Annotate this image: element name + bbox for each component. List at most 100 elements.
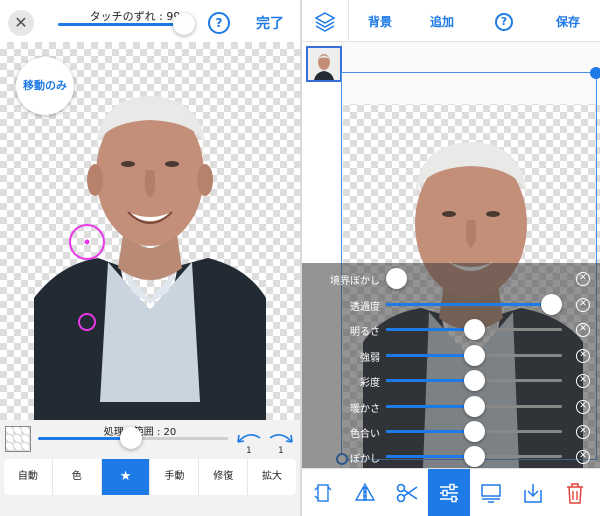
adjustment-fill (386, 379, 474, 382)
adjustment-knob[interactable] (463, 345, 485, 366)
adjustment-slider[interactable] (386, 319, 562, 340)
adjustment-knob[interactable] (463, 421, 485, 442)
rotate-right-count: 1 (278, 446, 284, 456)
adjustment-slider[interactable] (386, 345, 562, 366)
adjustment-fill (386, 430, 474, 433)
adjustment-label: 色合い (350, 429, 380, 440)
resize-handle[interactable] (590, 67, 600, 79)
display-button[interactable] (470, 469, 512, 516)
touch-offset-slider[interactable] (58, 13, 195, 35)
rotate-right-icon (269, 434, 293, 443)
adjustment-label: 透過度 (350, 302, 380, 313)
adjustment-slider[interactable] (386, 294, 562, 315)
processing-range-slider[interactable] (38, 427, 228, 449)
adjustment-row: 透過度 ✕ (302, 292, 600, 318)
download-button[interactable] (512, 469, 554, 516)
cut-button[interactable] (386, 469, 428, 516)
scissors-icon (396, 483, 418, 503)
tab-manual[interactable]: 手動 (150, 459, 200, 495)
add-button[interactable]: 追加 (430, 13, 454, 30)
tab-color[interactable]: 色 (53, 459, 102, 495)
monitor-icon (481, 484, 501, 503)
right-bottom-toolbar (302, 468, 600, 516)
adjustment-label: 彩度 (360, 378, 380, 389)
swap-button[interactable] (302, 469, 344, 516)
adjustment-slider[interactable] (386, 446, 562, 467)
mode-tabs: 自動 色 ★ 手動 修復 拡大 (4, 459, 296, 495)
adjustment-row: 暖かさ ✕ (302, 394, 600, 420)
close-icon: ✕ (14, 13, 28, 32)
adjustment-fill (386, 303, 562, 306)
rotate-left-button[interactable]: 1 (234, 428, 264, 458)
tab-zoom[interactable]: 拡大 (248, 459, 296, 495)
adjustment-row: 彩度 ✕ (302, 368, 600, 394)
sliders-icon (440, 483, 458, 503)
tab-repair[interactable]: 修復 (199, 459, 249, 495)
reset-icon[interactable]: ✕ (576, 374, 590, 388)
processing-range-fill (38, 437, 132, 440)
tab-auto[interactable]: 自動 (4, 459, 53, 495)
layers-button[interactable] (314, 10, 336, 32)
adjustment-knob[interactable] (463, 446, 485, 467)
adjustment-label: ぼかし (350, 454, 380, 465)
mirror-icon (354, 483, 376, 503)
layer-thumbnail[interactable] (306, 46, 342, 82)
right-top-bar: 背景 追加 ? 保存 (302, 0, 600, 42)
adjustment-knob[interactable] (463, 370, 485, 391)
adjustment-knob[interactable] (541, 294, 562, 315)
adjustment-row: 色合い ✕ (302, 419, 600, 445)
background-button[interactable]: 背景 (368, 13, 392, 30)
adjustment-slider[interactable] (386, 396, 562, 417)
reset-icon[interactable]: ✕ (576, 450, 590, 464)
save-button[interactable]: 保存 (556, 13, 580, 30)
adjustment-row: 強弱 ✕ (302, 343, 600, 369)
flip-swap-icon (314, 484, 332, 502)
processing-range-knob[interactable] (120, 427, 142, 449)
delete-button[interactable] (554, 469, 596, 516)
touch-offset-knob[interactable] (173, 13, 195, 35)
left-top-bar: ✕ タッチのずれ : 99 ? 完了 (0, 0, 300, 42)
adjustment-panel: 境界ぼかし ✕ 透過度 ✕ 明るさ ✕ 強弱 ✕ 彩度 ✕ 暖かさ ✕ 色合い ✕ ぼかし ✕ (302, 263, 600, 468)
rotate-left-icon (237, 434, 261, 443)
adjustment-fill (386, 328, 474, 331)
adjustment-row: 明るさ ✕ (302, 317, 600, 343)
help-button-right[interactable]: ? (495, 13, 513, 31)
adjustment-slider[interactable] (386, 421, 562, 442)
close-button[interactable]: ✕ (8, 10, 34, 36)
adjustment-fill (386, 455, 474, 458)
adjustment-label: 暖かさ (350, 404, 380, 415)
background-preview-thumbnail[interactable] (5, 426, 31, 452)
done-button[interactable]: 完了 (256, 13, 284, 33)
download-icon (524, 484, 542, 503)
touch-offset-fill (58, 23, 188, 26)
layer-thumbnail-image (308, 48, 340, 80)
adjustment-slider[interactable] (386, 370, 562, 391)
adjustment-row: 境界ぼかし ✕ (302, 266, 600, 292)
adjustment-row: ぼかし ✕ (302, 444, 600, 470)
reset-icon[interactable]: ✕ (576, 298, 590, 312)
left-bottom-toolbar: 処理の範囲 : 20 1 1 自動 色 ★ 手動 修復 拡大 (0, 420, 300, 516)
reset-icon[interactable]: ✕ (576, 349, 590, 363)
adjustment-knob[interactable] (463, 396, 485, 417)
adjustment-knob[interactable] (386, 268, 407, 289)
adjustment-fill (386, 354, 474, 357)
erase-editor-panel: ✕ タッチのずれ : 99 ? 完了 移動のみ: 20 1 1 自動 色 ★ … (0, 0, 300, 516)
adjustment-label: 強弱 (360, 353, 380, 364)
adjustment-label: 明るさ (350, 327, 380, 338)
trash-icon (567, 483, 583, 504)
help-button[interactable]: ? (208, 12, 230, 34)
layers-icon (314, 12, 336, 32)
adjust-button[interactable] (428, 469, 470, 516)
top-bar-separator (348, 0, 349, 42)
move-only-button[interactable]: 移動のみ (16, 57, 74, 115)
rotate-right-button[interactable]: 1 (266, 428, 296, 458)
reset-icon[interactable]: ✕ (576, 272, 590, 286)
reset-icon[interactable]: ✕ (576, 425, 590, 439)
mirror-button[interactable] (344, 469, 386, 516)
adjustment-fill (386, 405, 474, 408)
adjustment-knob[interactable] (463, 319, 485, 340)
adjustment-label: 境界ぼかし (330, 276, 380, 287)
reset-icon[interactable]: ✕ (576, 400, 590, 414)
reset-icon[interactable]: ✕ (576, 323, 590, 337)
tab-star[interactable]: ★ (101, 459, 151, 495)
